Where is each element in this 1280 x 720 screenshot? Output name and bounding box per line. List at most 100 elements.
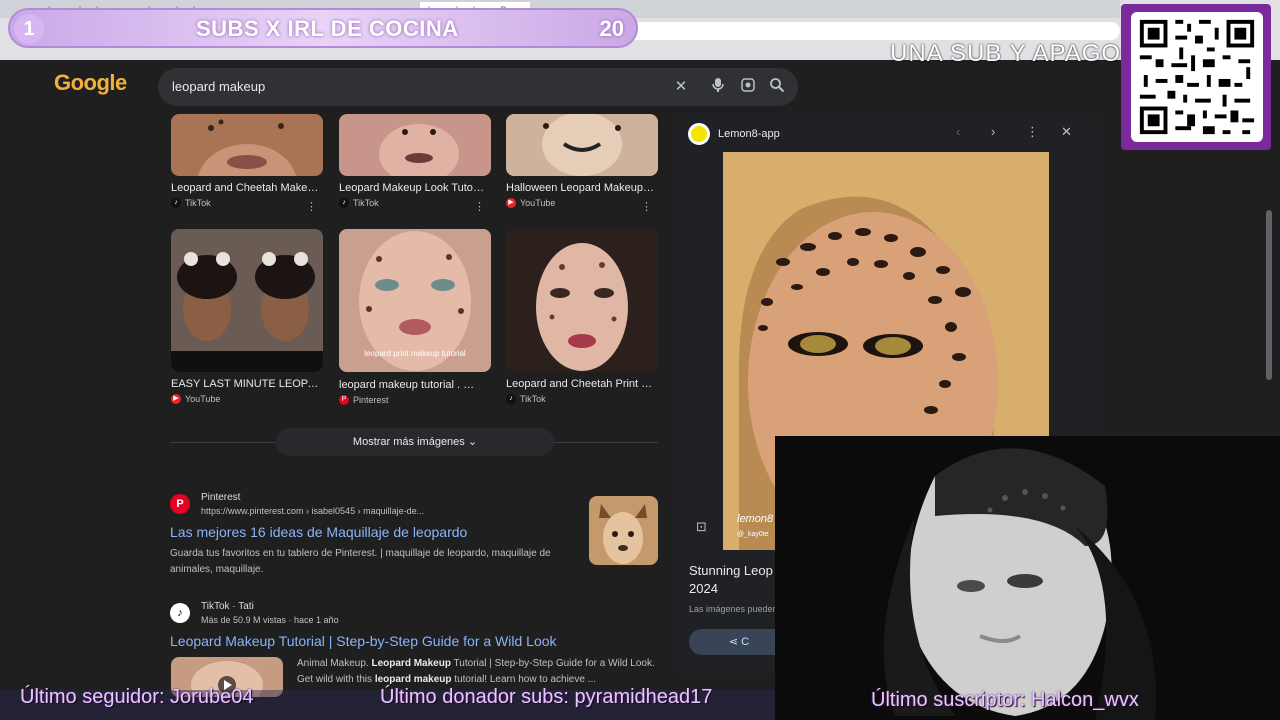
snippet-bold: leopard makeup [374,674,452,685]
last-subscriber-label: Último suscriptor: Halcon_wvx [871,689,1139,711]
more-options-icon[interactable]: ⋮ [1026,124,1039,140]
result-snippet: Animal Makeup. Leopard Makeup Tutorial |… [297,656,657,688]
search-input[interactable]: leopard makeup [172,79,265,94]
search-bar[interactable]: leopard makeup ✕ [158,68,798,106]
lens-icon[interactable] [738,77,758,97]
previous-icon[interactable]: ‹ [956,124,960,139]
more-options-icon[interactable]: ⋮ [474,200,485,213]
preview-disclaimer: Las imágenes pueden [689,604,778,614]
watermark-user: @_kay0te [737,531,769,538]
image-source-name: TikTok [185,198,211,208]
preview-title[interactable]: Stunning Leop 2024 [689,562,773,598]
image-source-name: YouTube [520,198,556,208]
image-source-name: TikTok [520,394,546,404]
result-title-link[interactable]: Las mejores 16 ideas de Maquillaje de le… [170,524,590,540]
result-snippet: Guarda tus favoritos en tu tablero de Pi… [170,548,551,575]
more-images-label: Mostrar más imágenes [352,436,465,448]
tiktok-icon: ♪ [170,603,190,623]
tiktok-icon: ♪ [171,198,181,208]
youtube-icon: ▶ [506,198,516,208]
next-icon[interactable]: › [991,124,995,139]
search-result: ♪ TikTok · Tati Más de 50.9 M vistas · h… [170,601,650,649]
image-thumbnail[interactable] [506,229,658,372]
clear-icon[interactable]: ✕ [671,77,691,97]
image-result[interactable]: Halloween Leopard Makeup T... ▶ YouTube … [506,112,658,213]
pinterest-icon: P [339,395,349,405]
webcam-feed [775,436,1280,720]
result-url[interactable]: https://www.pinterest.com › isabel0545 ›… [201,506,590,516]
share-button[interactable]: ⋖ C [689,629,789,655]
last-donor-label: Último donador subs: pyramidhead17 [380,686,713,708]
image-title[interactable]: Leopard and Cheetah Print H... [506,378,654,390]
image-source-name: Pinterest [353,395,389,405]
result-site-name: TikTok · Tati [201,601,254,612]
image-source: ♪ TikTok [339,198,491,208]
image-result[interactable]: Leopard and Cheetah Print H... ♪ TikTok [506,229,658,404]
watermark-text: lemon8 [737,513,774,525]
preview-source-name: Lemon8-app [718,128,780,140]
qr-code-icon [1139,19,1255,135]
image-result[interactable]: Leopard and Cheetah Makeu... ♪ TikTok ⋮ [171,114,323,224]
snippet-bold: Leopard Makeup [371,658,451,669]
image-thumbnail[interactable] [339,114,491,184]
image-source: ▶ YouTube [171,394,323,404]
result-title-link[interactable]: Leopard Makeup Tutorial | Step-by-Step G… [170,633,650,649]
close-icon[interactable]: ✕ [1061,124,1072,140]
banner-counter-left: 1 [14,14,44,44]
search-icon[interactable] [767,77,787,97]
image-source: ▶ YouTube [506,198,658,208]
qr-code-panel [1121,4,1271,150]
image-title[interactable]: Halloween Leopard Makeup T... [506,182,654,194]
lens-search-icon[interactable]: ⊡ [696,519,707,535]
snippet-text: Animal Makeup. [297,658,372,669]
image-thumbnail[interactable] [171,229,323,372]
preview-source[interactable]: Lemon8-app [688,122,780,146]
snippet-text: tutorial! Learn how to achieve ... [451,674,597,685]
google-logo-text: Google [54,70,127,95]
preview-title-line: Stunning Leop [689,563,773,578]
more-options-icon[interactable]: ⋮ [306,200,317,213]
result-source: Pinterest https://www.pinterest.com › is… [201,492,590,516]
google-logo[interactable]: Google [54,70,127,96]
image-thumbnail[interactable]: leopard print makeup tutorial [339,229,491,372]
image-title[interactable]: leopard makeup tutorial . 💋 ... [339,378,487,391]
image-source: ♪ TikTok [506,394,658,404]
tiktok-icon: ♪ [506,394,516,404]
preview-title-line: 2024 [689,581,718,596]
banner-title: SUBS X IRL DE COCINA [196,16,459,41]
image-title[interactable]: Leopard Makeup Look Tutorial [339,182,487,194]
stream-goal-text: UNA SUB Y APAGO [890,40,1122,67]
page-scrollbar[interactable] [1266,210,1272,380]
result-site-name: Pinterest [201,492,241,503]
share-label: C [741,636,750,648]
image-source-name: TikTok [353,198,379,208]
lemon8-icon [688,123,710,145]
result-meta: Más de 50.9 M vistas · hace 1 año [201,615,339,625]
more-images-button[interactable]: Mostrar más imágenes ⌄ [276,428,554,456]
last-follower-label: Último seguidor: Jorube04 [20,686,254,708]
banner-counter-right: 20 [599,16,624,41]
image-source-name: YouTube [185,394,221,404]
image-thumbnail[interactable] [171,114,323,224]
youtube-icon: ▶ [171,394,181,404]
image-thumbnail[interactable] [506,112,658,176]
thumbnail-caption: leopard print makeup tutorial [364,349,466,358]
qr-code [1131,12,1263,142]
image-source: ♪ TikTok [171,198,323,208]
image-result[interactable]: EASY LAST MINUTE LEOPARD... ▶ YouTube [171,229,323,404]
image-result[interactable]: Leopard Makeup Look Tutorial ♪ TikTok ⋮ [339,114,491,213]
search-result: P Pinterest https://www.pinterest.com › … [170,492,590,578]
share-icon: ⋖ [728,636,742,648]
image-result[interactable]: leopard print makeup tutorial leopard ma… [339,229,491,405]
result-source: TikTok · Tati Más de 50.9 M vistas · hac… [201,601,650,625]
mic-icon[interactable] [708,77,728,97]
pinterest-icon: P [170,494,190,514]
more-options-icon[interactable]: ⋮ [641,200,652,213]
chevron-down-icon: ⌄ [467,436,478,448]
result-thumbnail[interactable] [589,496,658,565]
stream-banner: 1 SUBS X IRL DE COCINA 20 [8,8,638,48]
image-title[interactable]: Leopard and Cheetah Makeu... [171,182,319,194]
image-source: P Pinterest [339,395,491,405]
screen: Leopard makeup leopard makeup leopard ma… [0,0,1280,720]
image-title[interactable]: EASY LAST MINUTE LEOPARD... [171,378,319,390]
